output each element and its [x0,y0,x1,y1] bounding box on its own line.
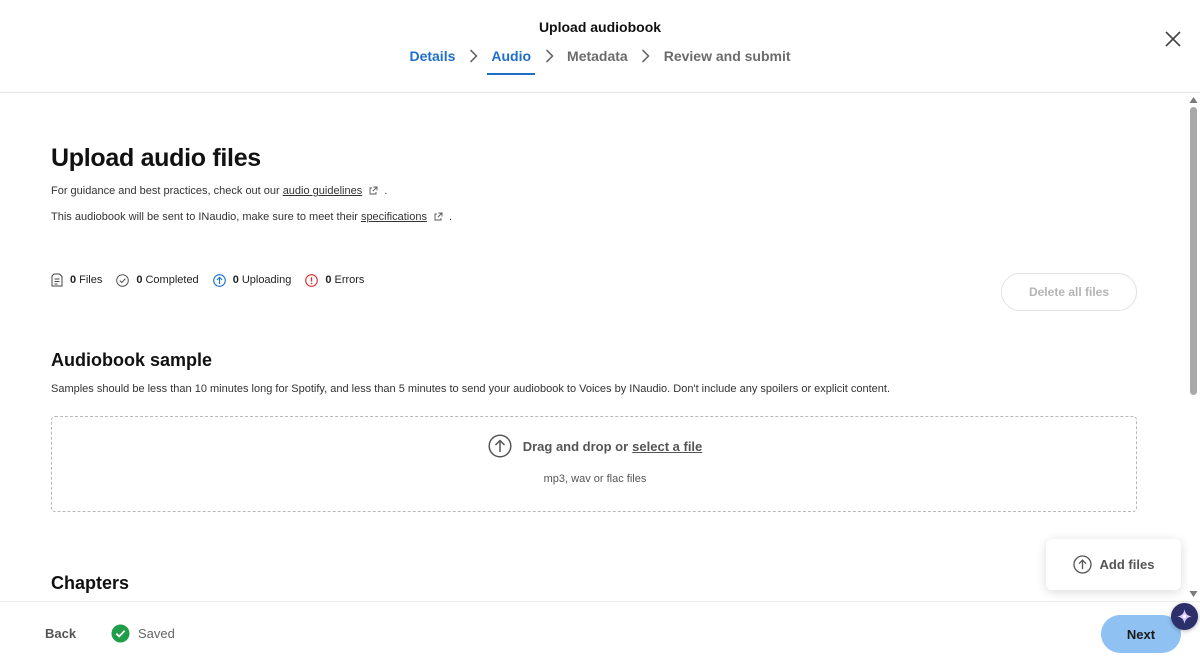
errors-label: Errors [334,274,365,286]
external-link-icon [434,212,443,221]
spec-period: . [448,211,453,223]
guidance-line: For guidance and best practices, check o… [51,185,387,197]
guidance-period: . [384,185,388,197]
step-audio[interactable]: Audio [487,48,535,75]
audiobook-sample-title: Audiobook sample [51,350,213,370]
upload-stats: 0 Files 0 Completed 0 Uploading 0 Errors [51,273,378,287]
page-header-title: Upload audiobook [538,19,662,35]
uploading-stat: 0 Uploading [212,273,292,287]
step-review-and-submit: Review and submit [663,48,791,64]
footer: Back Saved Next [0,601,1200,665]
header: Upload audiobook Details Audio Metadata … [0,0,1200,93]
page-title: Upload audio files [51,144,261,172]
dropzone-prompt: Drag and drop or select a file [52,434,1138,458]
uploading-label: Uploading [241,274,292,286]
external-link-icon [369,186,378,195]
back-button[interactable]: Back [45,626,76,641]
next-button[interactable]: Next [1101,615,1181,653]
completed-label: Completed [145,274,199,286]
audiobook-sample-description: Samples should be less than 10 minutes l… [51,383,890,395]
files-label: Files [79,274,103,286]
files-count: 0 [70,274,77,286]
completed-stat: 0 Completed [116,273,199,287]
files-stat: 0 Files [51,273,102,287]
saved-label: Saved [138,626,175,641]
guidance-text: For guidance and best practices, check o… [51,185,280,197]
sparkle-icon [1177,609,1192,624]
upload-arrow-icon [1072,555,1092,574]
chevron-right-icon [539,46,559,66]
audio-guidelines-link[interactable]: audio guidelines [283,185,363,197]
close-icon [1165,31,1181,47]
uploading-count: 0 [232,274,239,286]
saved-status: Saved [111,624,175,643]
errors-count: 0 [325,274,332,286]
select-a-file-link[interactable]: select a file [632,439,702,454]
check-circle-filled-icon [111,624,130,643]
step-details[interactable]: Details [407,48,457,64]
sample-dropzone[interactable]: Drag and drop or select a file mp3, wav … [51,416,1137,512]
close-button[interactable] [1160,26,1186,52]
scrollbar-thumb[interactable] [1190,107,1197,395]
chapters-title: Chapters [51,573,130,593]
spec-text: This audiobook will be sent to INaudio, … [51,211,358,223]
assistant-sparkle-button[interactable] [1171,603,1198,630]
chevron-right-icon [636,46,656,66]
file-types-hint: mp3, wav or flac files [543,473,647,485]
upload-arrow-icon [488,434,512,458]
upload-arrow-icon [212,273,226,287]
add-files-label: Add files [1099,557,1155,572]
file-icon [51,273,63,287]
scroll-down-arrow-icon[interactable] [1189,590,1198,598]
delete-all-files-button[interactable]: Delete all files [1001,273,1137,311]
drop-text: Drag and drop or [522,438,629,454]
add-files-button[interactable]: Add files [1046,539,1181,590]
completed-count: 0 [136,274,143,286]
scroll-up-arrow-icon[interactable] [1189,96,1198,104]
step-metadata: Metadata [567,48,628,64]
error-icon [305,273,319,287]
errors-stat: 0 Errors [305,273,365,287]
spec-line: This audiobook will be sent to INaudio, … [51,211,452,223]
specifications-link[interactable]: specifications [361,211,427,223]
check-circle-icon [116,273,130,287]
chevron-right-icon [463,46,483,66]
stepper: Details Audio Metadata Review and submit [0,46,1200,75]
